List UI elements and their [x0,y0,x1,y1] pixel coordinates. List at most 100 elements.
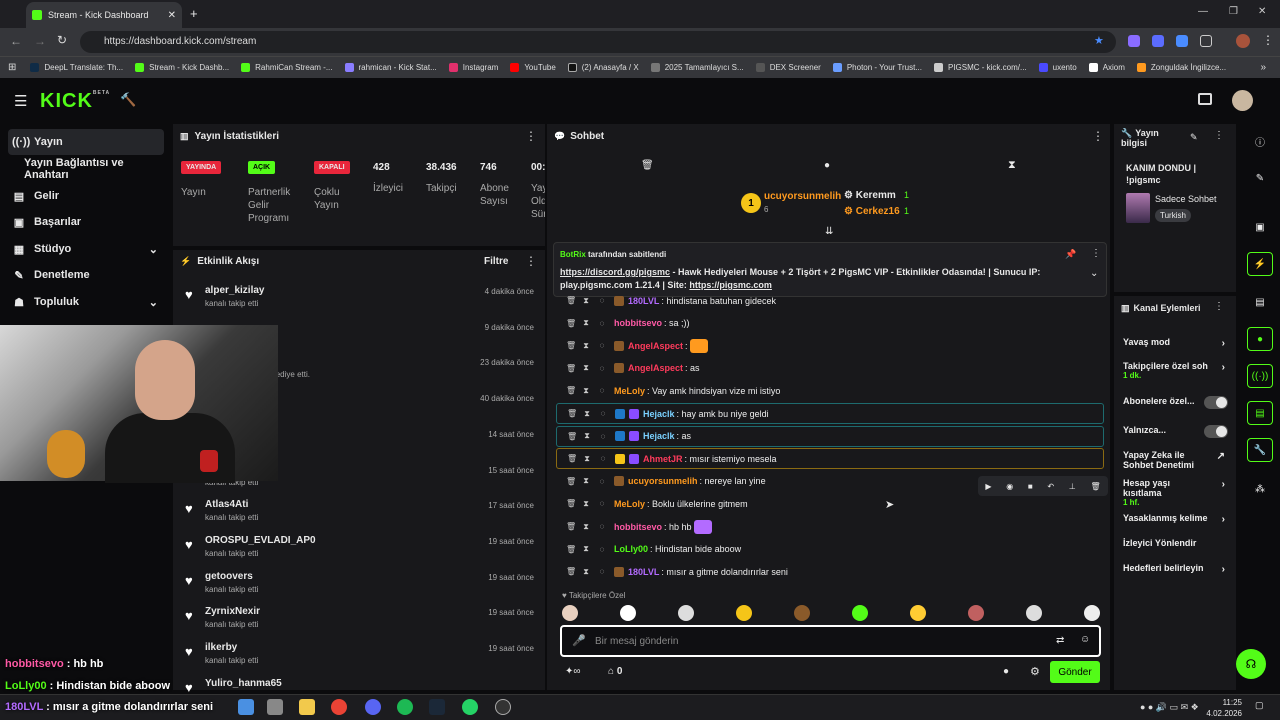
notification-icon[interactable]: ▢ [1255,700,1264,711]
emote-icon[interactable] [1084,605,1100,621]
chat-username[interactable]: AngelAspect [628,363,683,373]
nav-item-topluluk[interactable]: ☗ Topluluk ⌄ [8,289,164,315]
channel-action-item[interactable]: Yapay Zeka ile Sohbet Denetimi ↗ [1123,450,1228,470]
extension-icon[interactable] [1152,35,1164,47]
ban-icon[interactable]: ◌ [598,341,606,350]
emote-icon[interactable] [910,605,926,621]
channel-action-item[interactable]: İzleyici Yönlendir [1123,538,1228,548]
bookmark-item[interactable]: Axiom [1088,63,1125,72]
chat-menu-icon[interactable]: ⋮ [1092,129,1104,143]
chat-message[interactable]: 🗑 ⧗ ◌ AhmetJR: mısır istemiyo mesela [556,448,1104,470]
lightning-icon[interactable]: ⚡ [1247,252,1273,276]
activity-user[interactable]: alper_kizilay [205,285,264,296]
nav-item-stream-key[interactable]: Yayın Bağlantısı ve Anahtarı [8,156,164,182]
timeout-icon[interactable]: ⧗ [582,499,590,509]
category-name[interactable]: Sadece Sohbet [1155,194,1217,204]
spotify-icon[interactable] [397,699,413,715]
browser-tab[interactable]: Stream - Kick Dashboard ✕ [26,2,182,28]
discord-icon[interactable] [365,699,381,715]
emote-icon[interactable] [1026,605,1042,621]
chat-username[interactable]: 180LVL [628,567,659,577]
microphone-icon[interactable]: 🎤 [572,634,586,647]
chat-message[interactable]: 🗑 ⧗ ◌ AngelAspect: [556,335,1104,356]
gifter-name[interactable]: ⚙ Cerkez16 [844,206,900,217]
ban-icon[interactable]: ◌ [599,432,607,441]
hammer-icon[interactable]: 🔨 [120,92,136,108]
chat-message[interactable]: 🗑 ⧗ ◌ Hejaclk: hay amk bu niye geldi [556,403,1104,424]
activity-user[interactable]: Atlas4Ati [205,499,248,510]
close-window-icon[interactable]: ✕ [1258,6,1266,17]
chat-username[interactable]: MeLoly [614,386,645,396]
ban-icon[interactable]: ◌ [598,522,606,531]
chat-icon[interactable]: ● [1247,327,1273,351]
timeout-icon[interactable]: ⧗ [582,522,590,532]
activity-user[interactable]: Yuliro_hanma65 [205,678,282,689]
ban-icon[interactable]: ◌ [598,364,606,373]
stats-menu-icon[interactable]: ⋮ [525,129,537,143]
more-bookmarks-icon[interactable]: » [1260,62,1266,73]
delete-icon[interactable]: ■ [1028,482,1033,491]
apps-grid-icon[interactable]: ⊞ [8,62,16,73]
emote-icon[interactable] [968,605,984,621]
activity-user[interactable]: ZyrnixNexir [205,606,260,617]
settings-gear-icon[interactable]: ⚙ [1030,665,1040,678]
bookmark-item[interactable]: rahmican - Kick Stat... [344,63,437,72]
url-input[interactable]: https://dashboard.kick.com/stream [80,31,1116,53]
reply-icon[interactable]: ◉ [1006,482,1013,491]
system-tray-icons[interactable]: ● ● 🔊 ▭ ✉ ❖ [1140,702,1199,713]
bookmark-item[interactable]: Photon - Your Trust... [832,63,922,72]
trash-icon[interactable]: 🗑 [566,545,576,554]
timeout-icon[interactable]: ⧗ [583,431,591,441]
chat-message[interactable]: 🗑 ⧗ ◌ 180LVL: hindistana batuhan gidecek [556,290,1104,311]
trash-icon[interactable]: 🗑 [566,522,576,531]
bookmark-item[interactable]: RahmiCan Stream -... [241,63,333,72]
play-icon[interactable]: ▶ [985,482,991,491]
extensions-puzzle-icon[interactable] [1200,35,1212,47]
emote-icon[interactable] [562,605,578,621]
timeout-icon[interactable]: ⧗ [582,476,590,486]
stats-icon[interactable]: ▤ [1247,401,1273,425]
collapse-leaders-icon[interactable]: ⇊ [825,226,833,237]
info-icon[interactable]: ⓘ [1247,129,1273,153]
chat-username[interactable]: MeLoly [614,499,645,509]
ban-icon[interactable]: ◌ [598,296,606,305]
loyalty-icon[interactable]: ✦∞ [565,666,581,677]
chat-message[interactable]: 🗑 ⧗ ◌ Hejaclk: as [556,425,1104,447]
trash-icon[interactable]: 🗑 [566,499,576,508]
bookmark-item[interactable]: DeepL Translate: Th... [30,63,123,72]
emote-icon[interactable] [736,605,752,621]
ban-icon[interactable]: ◌ [598,545,606,554]
channel-action-item[interactable]: Hedefleri belirleyin › [1123,563,1228,575]
timeout-icon[interactable]: ⧗ [582,544,590,554]
chat-message[interactable]: 🗑 ⧗ ◌ LoLly00: Hindistan bide aboow [556,539,1104,560]
pin-icon[interactable]: 📌 [1065,249,1076,260]
profile-avatar[interactable] [1236,34,1250,48]
nav-item-yayin[interactable]: ((·)) Yayın [8,129,164,155]
send-button[interactable]: Gönder [1050,661,1100,683]
chat-message[interactable]: 🗑 ⧗ ◌ AngelAspect: as [556,358,1104,379]
clock[interactable]: 11:25 4.02.2026 [1206,697,1242,719]
dashboard-icon[interactable] [1198,93,1212,105]
channel-actions-menu-icon[interactable]: ⋮ [1214,301,1224,312]
bookmark-item[interactable]: uxento [1038,63,1077,72]
chat-bubble-icon[interactable]: ● [824,160,830,171]
pin-icon[interactable]: ⊥ [1069,482,1076,491]
trash-icon[interactable]: 🗑 [566,341,576,350]
pinned-menu-icon[interactable]: ⋮ [1091,248,1101,259]
gifter-name[interactable]: ⚙ Keremm [844,190,896,201]
chevron-down-icon[interactable]: ⌄ [1090,268,1098,279]
translate-icon[interactable]: ⇄ [1056,635,1064,646]
document-icon[interactable]: ▤ [1247,290,1273,314]
whatsapp-icon[interactable] [462,699,478,715]
timeout-icon[interactable]: ⧗ [582,386,590,396]
bookmark-item[interactable]: Stream - Kick Dashb... [135,63,229,72]
chrome-icon[interactable] [331,699,347,715]
share-icon[interactable]: ⁂ [1247,477,1273,501]
nav-item-denetleme[interactable]: ✎ Denetleme [8,262,164,288]
emote-icon[interactable] [794,605,810,621]
stream-info-menu-icon[interactable]: ⋮ [1214,130,1224,141]
bookmark-item[interactable]: YouTube [510,63,556,72]
maximize-icon[interactable]: ❐ [1229,6,1238,17]
activity-user[interactable]: OROSPU_EVLADI_AP0 [205,535,316,546]
ban-icon[interactable]: ◌ [599,409,607,418]
